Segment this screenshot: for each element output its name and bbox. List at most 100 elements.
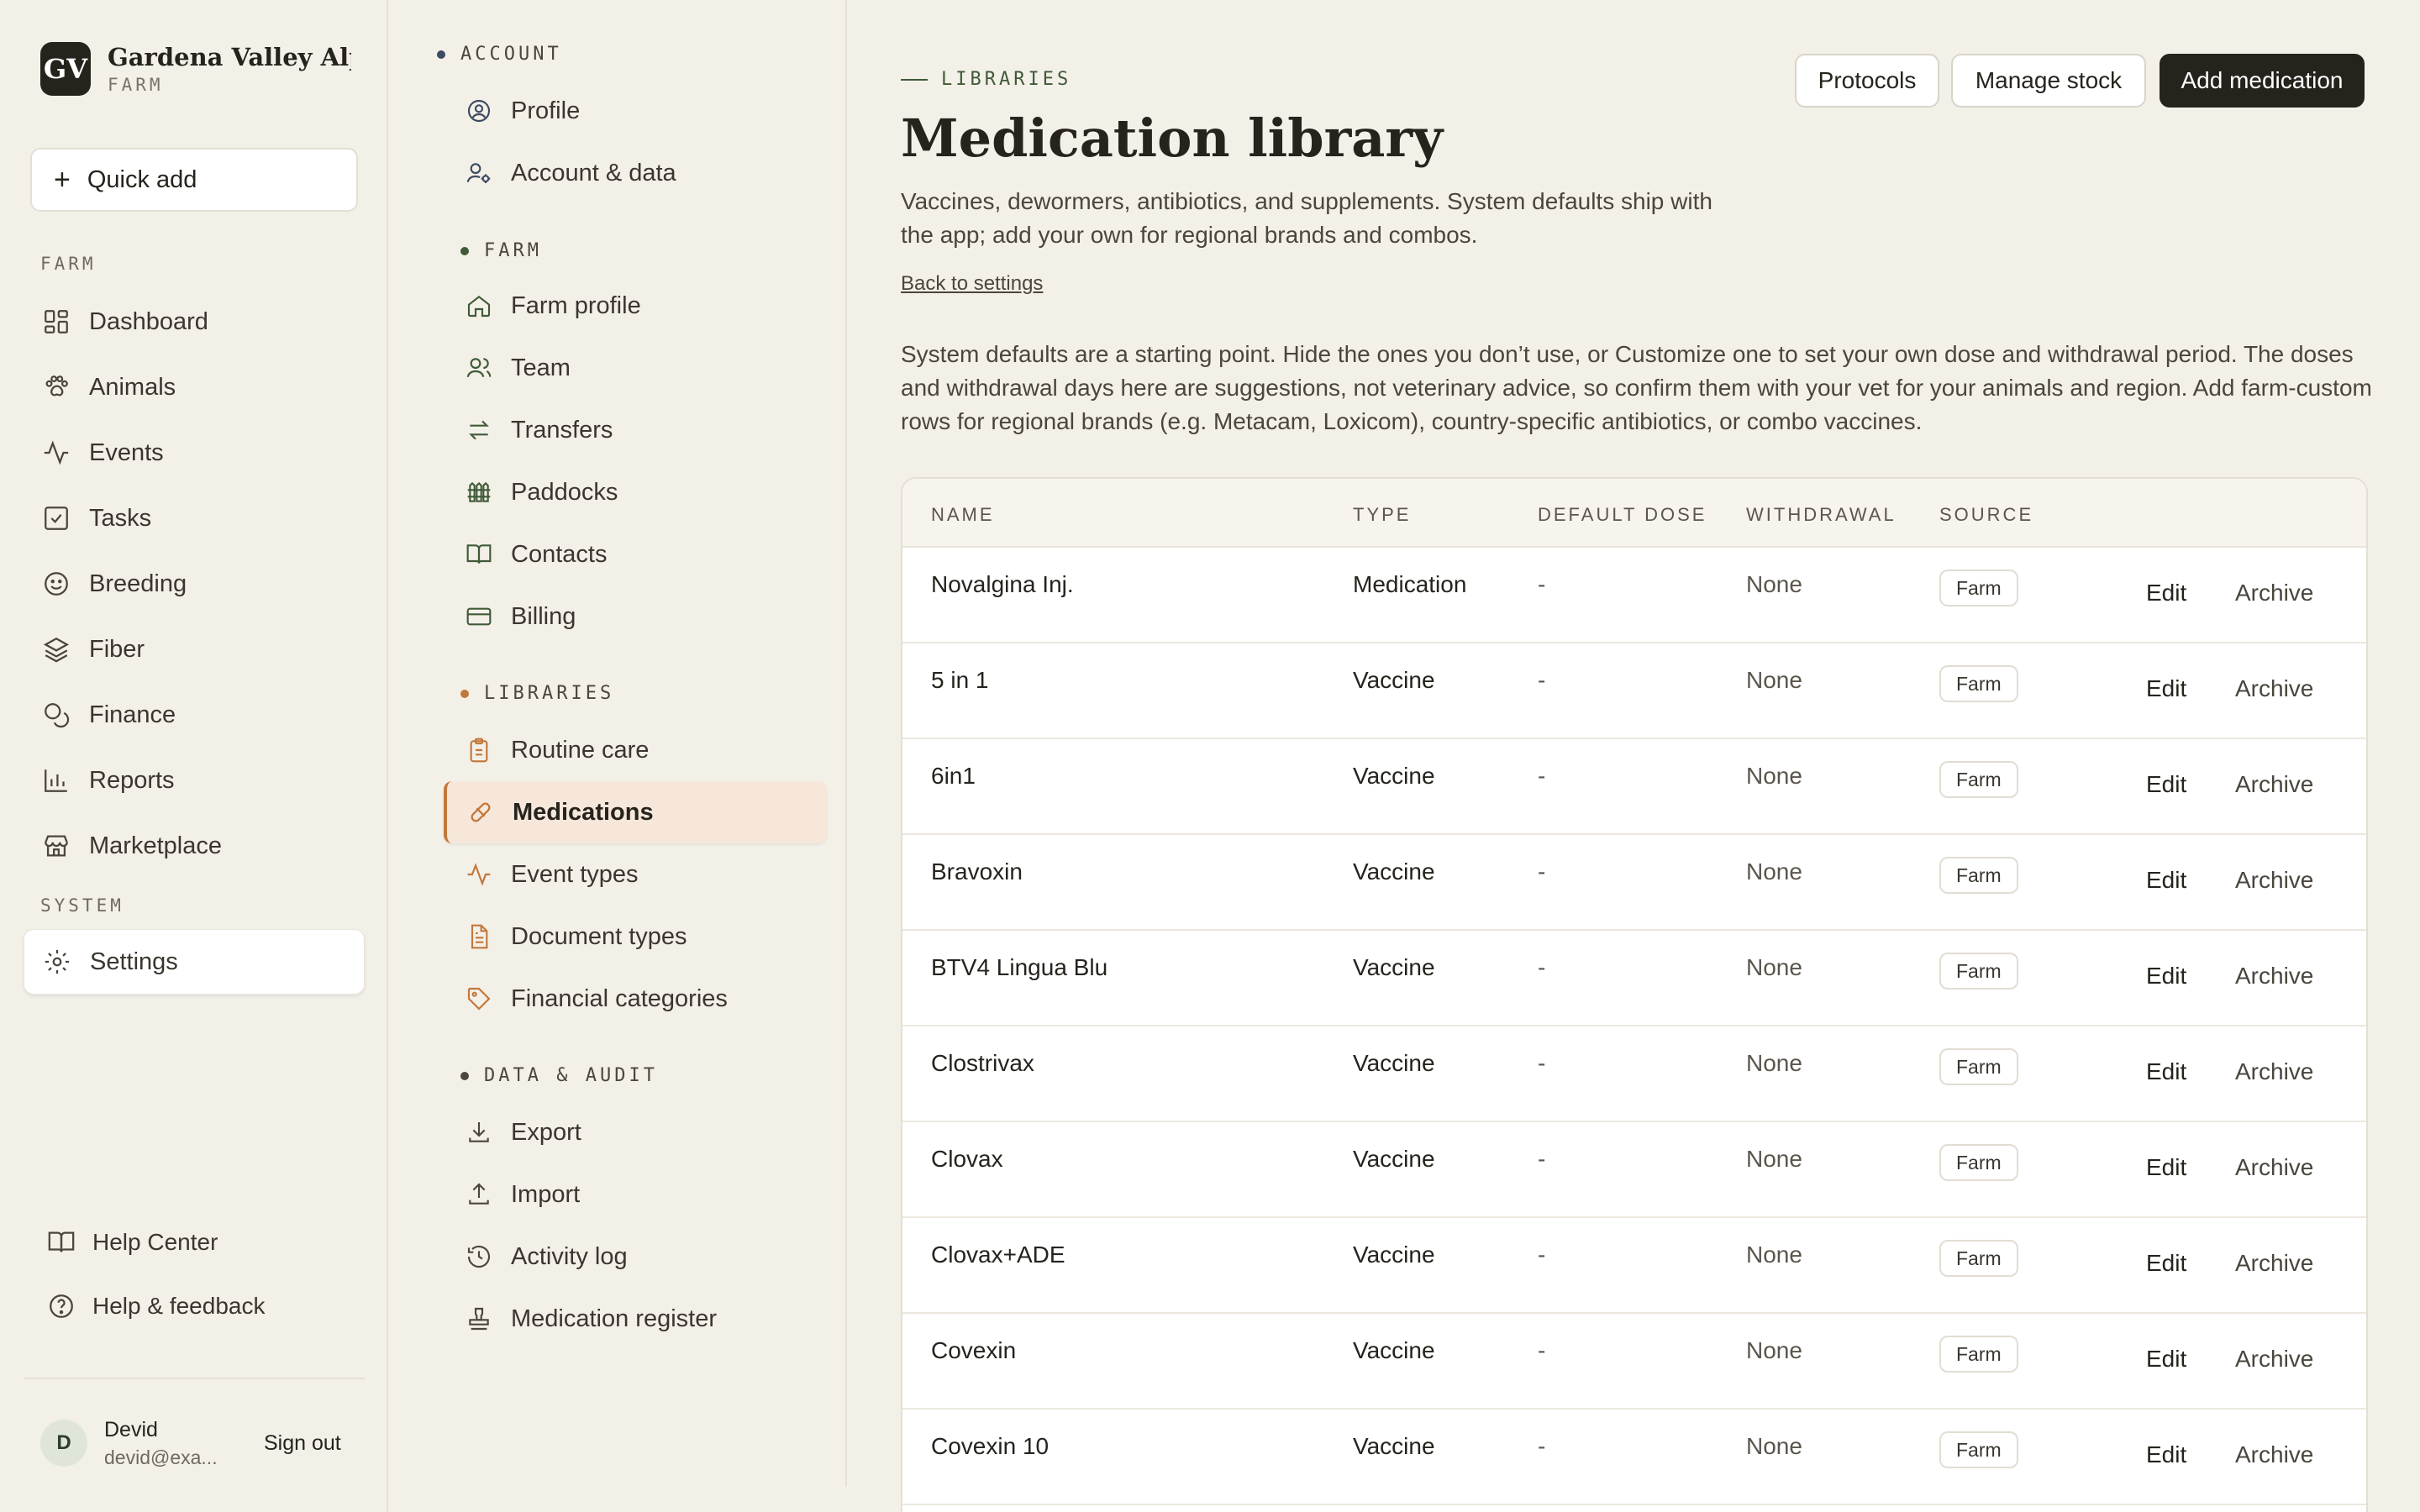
table-row[interactable]: Covexin 10 Vaccine - None Farm Edit Archive xyxy=(902,1410,2366,1505)
settings-item-label: Profile xyxy=(511,97,581,124)
table-row[interactable]: Covexin Vaccine - None Farm Edit Archive xyxy=(902,1314,2366,1410)
column-header-type[interactable]: TYPE xyxy=(1353,504,1411,526)
sidebar-item-fiber[interactable]: Fiber xyxy=(30,620,358,679)
user-card: D Devid devid@exa... Sign out xyxy=(24,1378,365,1512)
sidebar-item-reports[interactable]: Reports xyxy=(30,751,358,810)
table-row[interactable]: Novalgina Inj. Medication - None Farm Edit Arc… xyxy=(902,548,2366,643)
sidebar-item-finance[interactable]: Finance xyxy=(30,685,358,744)
settings-item-contacts[interactable]: Contacts xyxy=(460,523,818,585)
sidebar-item-marketplace[interactable]: Marketplace xyxy=(30,816,358,875)
edit-button[interactable]: Edit xyxy=(2146,1058,2186,1085)
sign-out-button[interactable]: Sign out xyxy=(264,1431,341,1456)
settings-item-transfers[interactable]: Transfers xyxy=(460,399,818,461)
archive-button[interactable]: Archive xyxy=(2235,1346,2313,1373)
cell-type: Vaccine xyxy=(1353,1146,1435,1172)
table-row[interactable]: Clovax Vaccine - None Farm Edit Archive xyxy=(902,1122,2366,1218)
manage-stock-button[interactable]: Manage stock xyxy=(1951,54,2146,108)
settings-item-billing[interactable]: Billing xyxy=(460,585,818,648)
section-dot xyxy=(460,689,469,698)
archive-button[interactable]: Archive xyxy=(2235,580,2313,606)
settings-section-farm: FARM xyxy=(460,240,542,261)
table-row[interactable]: Clostrivax Vaccine - None Farm Edit Archive xyxy=(902,1026,2366,1122)
sidebar-item-events[interactable]: Events xyxy=(30,423,358,482)
download-icon xyxy=(466,1119,492,1146)
edit-button[interactable]: Edit xyxy=(2146,1250,2186,1277)
settings-item-farm-profile[interactable]: Farm profile xyxy=(460,275,818,337)
info-text: System defaults are a starting point. Hi… xyxy=(901,341,2372,434)
sidebar-item-label: Breeding xyxy=(89,570,187,597)
settings-item-team[interactable]: Team xyxy=(460,337,818,399)
source-badge: Farm xyxy=(1939,570,2018,606)
settings-item-export[interactable]: Export xyxy=(460,1101,818,1163)
add-medication-button[interactable]: Add medication xyxy=(2160,54,2365,108)
edit-button[interactable]: Edit xyxy=(2146,867,2186,894)
table-row[interactable]: Clovax+ADE Vaccine - None Farm Edit Archive xyxy=(902,1218,2366,1314)
archive-button[interactable]: Archive xyxy=(2235,1058,2313,1085)
cell-name: Novalgina Inj. xyxy=(931,571,1074,597)
source-badge: Farm xyxy=(1939,1144,2018,1181)
archive-button[interactable]: Archive xyxy=(2235,1250,2313,1277)
cell-name: Covexin 10 xyxy=(931,1433,1050,1459)
table-row[interactable]: Bravoxin Vaccine - None Farm Edit Archive xyxy=(902,835,2366,931)
edit-button[interactable]: Edit xyxy=(2146,963,2186,990)
table-row[interactable]: BTV4 Lingua Blu Vaccine - None Farm Edit Archi… xyxy=(902,931,2366,1026)
settings-item-account-data[interactable]: Account & data xyxy=(460,142,818,204)
archive-button[interactable]: Archive xyxy=(2235,1154,2313,1181)
help-feedback-link[interactable]: Help & feedback xyxy=(47,1292,265,1320)
settings-item-import[interactable]: Import xyxy=(460,1163,818,1226)
stamp-icon xyxy=(466,1305,492,1332)
archive-button[interactable]: Archive xyxy=(2235,1441,2313,1468)
sidebar-item-label: Settings xyxy=(90,948,178,975)
column-header-withdrawal[interactable]: WITHDRAWAL xyxy=(1746,504,1897,526)
page-eyebrow: LIBRARIES xyxy=(901,69,1071,90)
column-header-name[interactable]: NAME xyxy=(931,504,995,526)
settings-item-medications[interactable]: Medications xyxy=(444,781,827,843)
archive-button[interactable]: Archive xyxy=(2235,963,2313,990)
edit-button[interactable]: Edit xyxy=(2146,675,2186,702)
settings-item-document-types[interactable]: Document types xyxy=(460,906,818,968)
settings-item-medication-register[interactable]: Medication register xyxy=(460,1288,818,1350)
settings-item-profile[interactable]: Profile xyxy=(460,80,818,142)
edit-button[interactable]: Edit xyxy=(2146,771,2186,798)
sidebar-item-breeding[interactable]: Breeding xyxy=(30,554,358,613)
cell-withdrawal: None xyxy=(1746,1242,1802,1268)
sidebar-item-dashboard[interactable]: Dashboard xyxy=(30,292,358,351)
medication-table: NAME TYPE DEFAULT DOSE WITHDRAWAL SOURCE… xyxy=(901,477,2368,1512)
settings-item-event-types[interactable]: Event types xyxy=(460,843,818,906)
user-gear-icon xyxy=(466,160,492,186)
avatar[interactable]: D xyxy=(40,1420,87,1467)
sidebar-item-settings[interactable]: Settings xyxy=(24,929,365,995)
settings-item-activity-log[interactable]: Activity log xyxy=(460,1226,818,1288)
settings-item-paddocks[interactable]: Paddocks xyxy=(460,461,818,523)
table-row[interactable]: 6in1 Vaccine - None Farm Edit Archive xyxy=(902,739,2366,835)
table-row[interactable]: 5 in 1 Vaccine - None Farm Edit Archive xyxy=(902,643,2366,739)
archive-button[interactable]: Archive xyxy=(2235,771,2313,798)
cell-default-dose: - xyxy=(1538,763,1546,789)
column-header-default-dose[interactable]: DEFAULT DOSE xyxy=(1538,504,1707,526)
quick-add-button[interactable]: + Quick add xyxy=(30,148,358,212)
column-header-source[interactable]: SOURCE xyxy=(1939,504,2033,526)
sidebar-item-tasks[interactable]: Tasks xyxy=(30,489,358,548)
eyebrow-line xyxy=(901,78,928,81)
edit-button[interactable]: Edit xyxy=(2146,1154,2186,1181)
table-header: NAME TYPE DEFAULT DOSE WITHDRAWAL SOURCE xyxy=(902,479,2366,548)
settings-item-financial-categories[interactable]: Financial categories xyxy=(460,968,818,1030)
archive-button[interactable]: Archive xyxy=(2235,867,2313,894)
edit-button[interactable]: Edit xyxy=(2146,1346,2186,1373)
edit-button[interactable]: Edit xyxy=(2146,1441,2186,1468)
cell-default-dose: - xyxy=(1538,954,1546,980)
protocols-button[interactable]: Protocols xyxy=(1795,54,1939,108)
grid-icon xyxy=(42,307,71,336)
edit-button[interactable]: Edit xyxy=(2146,580,2186,606)
cell-type: Vaccine xyxy=(1353,954,1435,980)
brand[interactable]: GV Gardena Valley Alp... FARM xyxy=(40,42,351,96)
sidebar-item-label: Tasks xyxy=(89,504,152,532)
sidebar-item-animals[interactable]: Animals xyxy=(30,358,358,417)
help-center-link[interactable]: Help Center xyxy=(47,1228,218,1257)
sidebar-item-label: Animals xyxy=(89,373,176,401)
settings-item-label: Account & data xyxy=(511,159,676,186)
history-icon xyxy=(466,1243,492,1270)
archive-button[interactable]: Archive xyxy=(2235,675,2313,702)
settings-item-routine-care[interactable]: Routine care xyxy=(460,719,818,781)
back-to-settings-link[interactable]: Back to settings xyxy=(901,272,1043,296)
